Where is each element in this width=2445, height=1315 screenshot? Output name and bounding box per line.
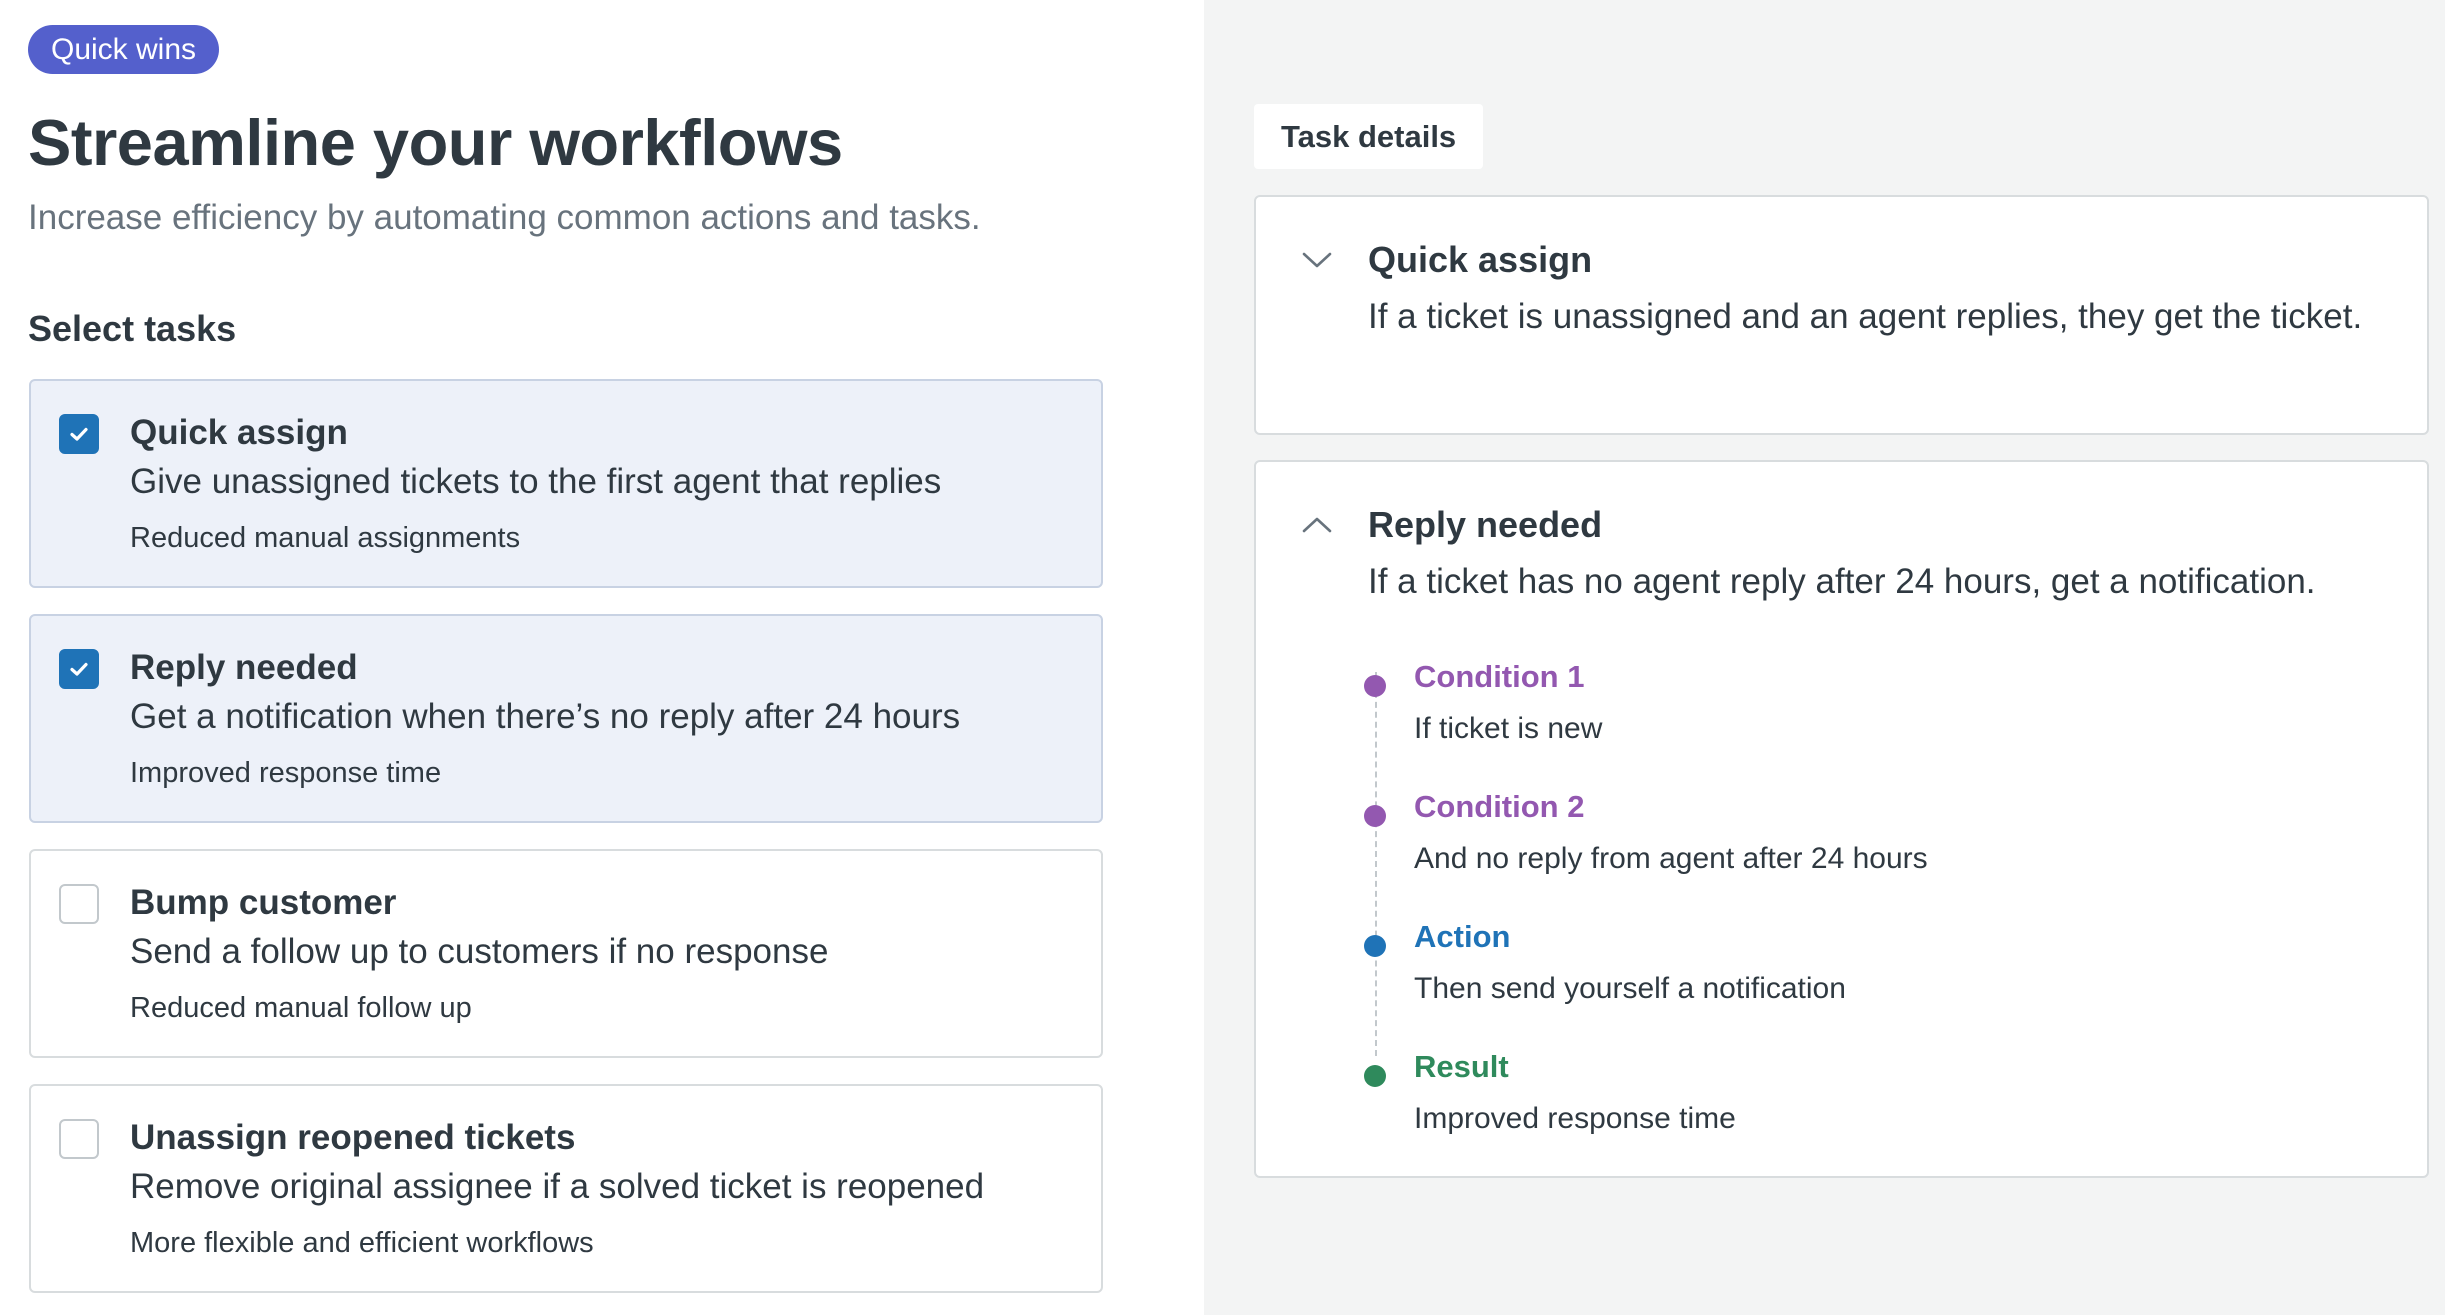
detail-description: If a ticket has no agent reply after 24 … <box>1368 562 2316 601</box>
detail-card-reply-needed: Reply needed If a ticket has no agent re… <box>1254 460 2429 1178</box>
timeline-line <box>1375 672 1377 1056</box>
task-details-panel: Task details Quick assign If a ticket is… <box>1204 0 2445 1315</box>
step-label: Condition 1 <box>1414 659 1585 694</box>
task-description: Remove original assignee if a solved tic… <box>130 1167 985 1206</box>
check-icon <box>70 427 88 441</box>
chevron-up-icon[interactable] <box>1300 508 1334 542</box>
page-title: Streamline your workflows <box>28 106 843 179</box>
step-label: Condition 2 <box>1414 789 1585 824</box>
step-text: And no reply from agent after 24 hours <box>1414 842 1928 875</box>
green-dot-icon <box>1364 1065 1386 1087</box>
step-label: Result <box>1414 1049 1509 1084</box>
purple-dot-icon <box>1364 805 1386 827</box>
purple-dot-icon <box>1364 675 1386 697</box>
step-label: Action <box>1414 919 1511 954</box>
detail-description: If a ticket is unassigned and an agent r… <box>1368 297 2363 336</box>
detail-title: Quick assign <box>1368 239 1593 280</box>
step-text: If ticket is new <box>1414 712 1603 745</box>
chevron-down-icon[interactable] <box>1300 243 1334 277</box>
task-card-quick-assign[interactable]: Quick assign Give unassigned tickets to … <box>29 379 1103 588</box>
step-text: Then send yourself a notification <box>1414 972 1846 1005</box>
tasks-panel: Quick wins Streamline your workflows Inc… <box>0 0 1204 1315</box>
task-benefit: More flexible and efficient workflows <box>130 1227 594 1259</box>
task-name: Reply needed <box>130 648 358 687</box>
task-benefit: Reduced manual assignments <box>130 522 521 554</box>
detail-title: Reply needed <box>1368 504 1603 545</box>
tab-task-details[interactable]: Task details <box>1254 104 1484 169</box>
task-checkbox[interactable] <box>59 884 99 924</box>
task-card-bump-customer[interactable]: Bump customer Send a follow up to custom… <box>29 849 1103 1058</box>
check-icon <box>70 662 88 676</box>
task-name: Bump customer <box>130 883 397 922</box>
blue-dot-icon <box>1364 935 1386 957</box>
task-card-unassign-reopened[interactable]: Unassign reopened tickets Remove origina… <box>29 1084 1103 1293</box>
task-description: Send a follow up to customers if no resp… <box>130 932 829 971</box>
quick-wins-badge: Quick wins <box>28 25 220 74</box>
detail-card-quick-assign: Quick assign If a ticket is unassigned a… <box>1254 195 2429 435</box>
task-checkbox[interactable] <box>59 649 99 689</box>
task-name: Quick assign <box>130 413 348 452</box>
task-checkbox[interactable] <box>59 414 99 454</box>
task-checkbox[interactable] <box>59 1119 99 1159</box>
step-text: Improved response time <box>1414 1102 1736 1135</box>
task-benefit: Improved response time <box>130 757 442 789</box>
page-subtitle: Increase efficiency by automating common… <box>28 198 981 237</box>
select-tasks-label: Select tasks <box>28 308 237 349</box>
task-name: Unassign reopened tickets <box>130 1118 576 1157</box>
task-benefit: Reduced manual follow up <box>130 992 472 1024</box>
task-description: Get a notification when there’s no reply… <box>130 697 961 736</box>
task-card-reply-needed[interactable]: Reply needed Get a notification when the… <box>29 614 1103 823</box>
task-description: Give unassigned tickets to the first age… <box>130 462 942 501</box>
